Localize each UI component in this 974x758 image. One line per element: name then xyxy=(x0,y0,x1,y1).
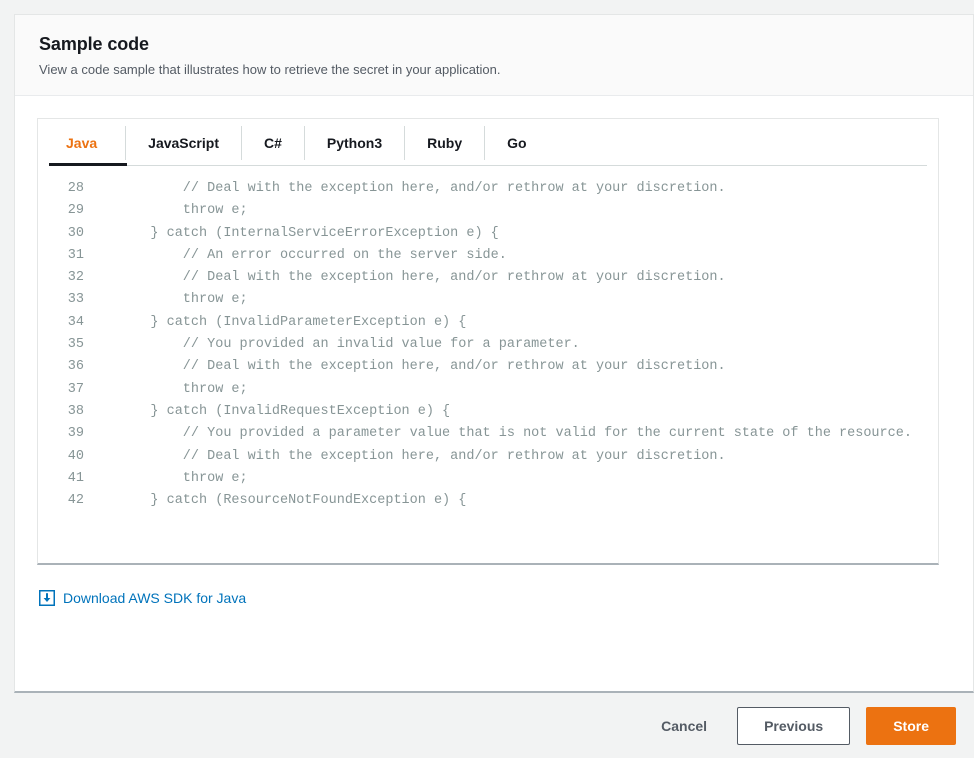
code-line-text: throw e; xyxy=(118,381,248,397)
code-line-text: // You provided an invalid value for a p… xyxy=(118,337,580,353)
sample-code-page: Sample code View a code sample that illu… xyxy=(0,0,974,758)
tab-ruby[interactable]: Ruby xyxy=(405,119,484,167)
download-sdk-label: Download AWS SDK for Java xyxy=(63,590,247,606)
code-panel: Java JavaScript C# Python3 Ruby Go 28 //… xyxy=(37,118,939,565)
tab-java[interactable]: Java xyxy=(38,119,125,167)
code-line-number: 30 xyxy=(67,225,84,241)
code-line-number: 38 xyxy=(67,403,84,419)
code-line: 35 // You provided an invalid value for … xyxy=(38,337,938,359)
tab-python3[interactable]: Python3 xyxy=(305,119,404,167)
code-line: 38 } catch (InvalidRequestException e) { xyxy=(38,404,938,426)
code-line-number: 34 xyxy=(67,314,84,330)
code-line: 30 } catch (InternalServiceErrorExceptio… xyxy=(38,226,938,248)
code-line-text: // Deal with the exception here, and/or … xyxy=(118,181,726,196)
store-button[interactable]: Store xyxy=(866,706,956,745)
code-line-number: 36 xyxy=(67,359,84,375)
tab-go-label: Go xyxy=(507,135,527,151)
code-line-number: 40 xyxy=(67,448,84,464)
card-body: Java JavaScript C# Python3 Ruby Go 28 //… xyxy=(15,96,973,607)
code-line-number: 35 xyxy=(67,337,84,353)
cancel-button[interactable]: Cancel xyxy=(647,710,721,742)
code-line-text: } catch (ResourceNotFoundException e) { xyxy=(118,493,467,509)
code-viewer[interactable]: 28 // Deal with the exception here, and/… xyxy=(38,167,938,562)
language-tabs: Java JavaScript C# Python3 Ruby Go xyxy=(38,119,938,167)
code-line-text: throw e; xyxy=(118,203,248,219)
code-line: 33 throw e; xyxy=(38,292,938,314)
code-line-number: 33 xyxy=(67,292,84,308)
code-line: 37 throw e; xyxy=(38,382,938,404)
tab-python3-label: Python3 xyxy=(326,135,383,151)
tab-javascript[interactable]: JavaScript xyxy=(126,119,241,167)
wizard-footer: Cancel Previous Store xyxy=(0,693,974,758)
code-line-number: 28 xyxy=(67,181,84,196)
download-icon xyxy=(39,590,55,606)
code-line-text: // An error occurred on the server side. xyxy=(118,247,507,263)
code-line-text: throw e; xyxy=(118,292,248,308)
tab-csharp-label: C# xyxy=(263,135,282,151)
code-line-text: // Deal with the exception here, and/or … xyxy=(118,359,726,375)
code-line-number: 31 xyxy=(67,247,84,263)
tab-java-label: Java xyxy=(66,135,98,151)
code-line-number: 32 xyxy=(67,270,84,286)
code-line: 41 throw e; xyxy=(38,471,938,493)
page-subtitle: View a code sample that illustrates how … xyxy=(39,62,501,77)
code-line: 39 // You provided a parameter value tha… xyxy=(38,426,938,448)
code-line-number: 29 xyxy=(67,203,84,219)
code-line-text: } catch (InvalidRequestException e) { xyxy=(118,403,451,419)
tab-javascript-label: JavaScript xyxy=(148,135,219,151)
code-line-number: 39 xyxy=(67,426,84,442)
code-line-text: // You provided a parameter value that i… xyxy=(118,426,912,442)
tab-active-indicator xyxy=(49,163,127,166)
download-sdk-link[interactable]: Download AWS SDK for Java xyxy=(39,589,246,607)
sample-code-card: Sample code View a code sample that illu… xyxy=(14,14,974,693)
code-line-number: 42 xyxy=(67,493,84,509)
code-line: 32 // Deal with the exception here, and/… xyxy=(38,270,938,292)
code-line: 42 } catch (ResourceNotFoundException e)… xyxy=(38,493,938,515)
code-line-text: // Deal with the exception here, and/or … xyxy=(118,448,726,464)
code-line: 28 // Deal with the exception here, and/… xyxy=(38,181,938,203)
code-line: 34 } catch (InvalidParameterException e)… xyxy=(38,315,938,337)
previous-button[interactable]: Previous xyxy=(737,706,851,745)
code-line: 36 // Deal with the exception here, and/… xyxy=(38,359,938,381)
tab-go[interactable]: Go xyxy=(485,119,548,167)
code-line-number: 37 xyxy=(67,381,84,397)
code-line-text: throw e; xyxy=(118,470,248,486)
code-line-text: } catch (InternalServiceErrorException e… xyxy=(118,225,499,241)
page-title: Sample code xyxy=(39,34,149,54)
tabs-baseline xyxy=(49,165,927,166)
code-line-text: } catch (InvalidParameterException e) { xyxy=(118,314,467,330)
code-line: 31 // An error occurred on the server si… xyxy=(38,248,938,270)
code-line: 29 throw e; xyxy=(38,203,938,225)
tab-ruby-label: Ruby xyxy=(427,135,463,151)
card-header: Sample code View a code sample that illu… xyxy=(15,15,973,96)
code-line: 40 // Deal with the exception here, and/… xyxy=(38,449,938,471)
code-line-number: 41 xyxy=(67,470,84,486)
code-line-text: // Deal with the exception here, and/or … xyxy=(118,270,726,286)
tab-csharp[interactable]: C# xyxy=(242,119,304,167)
